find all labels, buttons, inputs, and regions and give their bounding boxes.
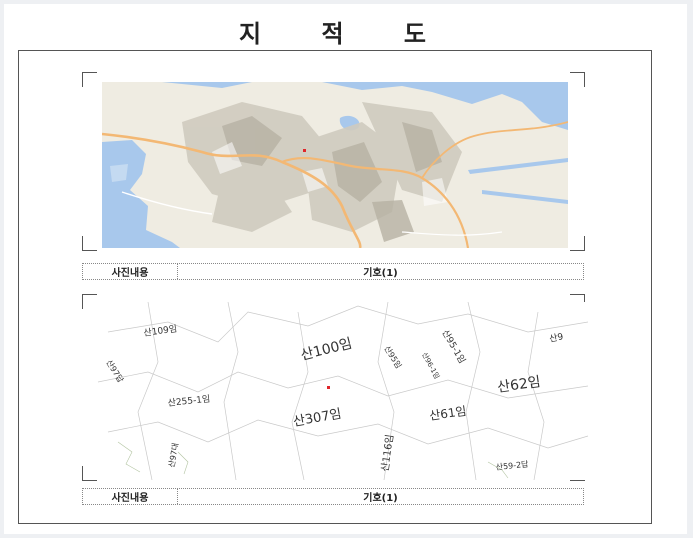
parcel-label: 산96-1임 — [420, 351, 441, 381]
parcel-label: 산95-1임 — [439, 328, 468, 366]
parcel-label: 산61임 — [428, 404, 467, 423]
parcel-label: 산307임 — [292, 407, 343, 430]
terrain-map-image — [102, 82, 568, 248]
cadastral-drawing: 산109임 산97답 산100임 산95-1임 산9 산95임 산96-1임 산… — [97, 302, 589, 480]
parcel-label: 산97답 — [104, 358, 126, 385]
parcel-label: 산97대 — [166, 442, 180, 468]
crop-mark — [570, 236, 585, 251]
location-map — [102, 82, 568, 248]
document-page: 지 적 도 사진내용 기호(1) 산109임 산97답 산100임 산95-1임… — [4, 4, 687, 534]
location-marker — [303, 149, 306, 152]
caption-value: 기호(1) — [363, 268, 398, 279]
caption-row-2: 사진내용 기호(1) — [82, 488, 584, 505]
caption-label: 사진내용 — [83, 489, 178, 504]
parcel-label: 산9 — [548, 331, 564, 345]
crop-mark — [82, 236, 97, 251]
crop-mark — [570, 72, 585, 87]
parcel-label: 산59-2답 — [495, 459, 529, 472]
caption-value: 기호(1) — [363, 493, 398, 504]
caption-label: 사진내용 — [83, 264, 178, 279]
caption-row-1: 사진내용 기호(1) — [82, 263, 584, 280]
crop-mark — [82, 72, 97, 87]
parcel-label: 산255-1임 — [167, 393, 211, 409]
page-title: 지 적 도 — [239, 20, 452, 48]
parcel-label: 산100임 — [299, 336, 354, 364]
parcel-label: 산95임 — [382, 344, 404, 370]
parcel-label: 산109임 — [143, 322, 178, 339]
cadastral-map: 산109임 산97답 산100임 산95-1임 산9 산95임 산96-1임 산… — [88, 302, 592, 480]
location-marker — [327, 386, 330, 389]
parcel-label: 산116임 — [378, 433, 396, 472]
